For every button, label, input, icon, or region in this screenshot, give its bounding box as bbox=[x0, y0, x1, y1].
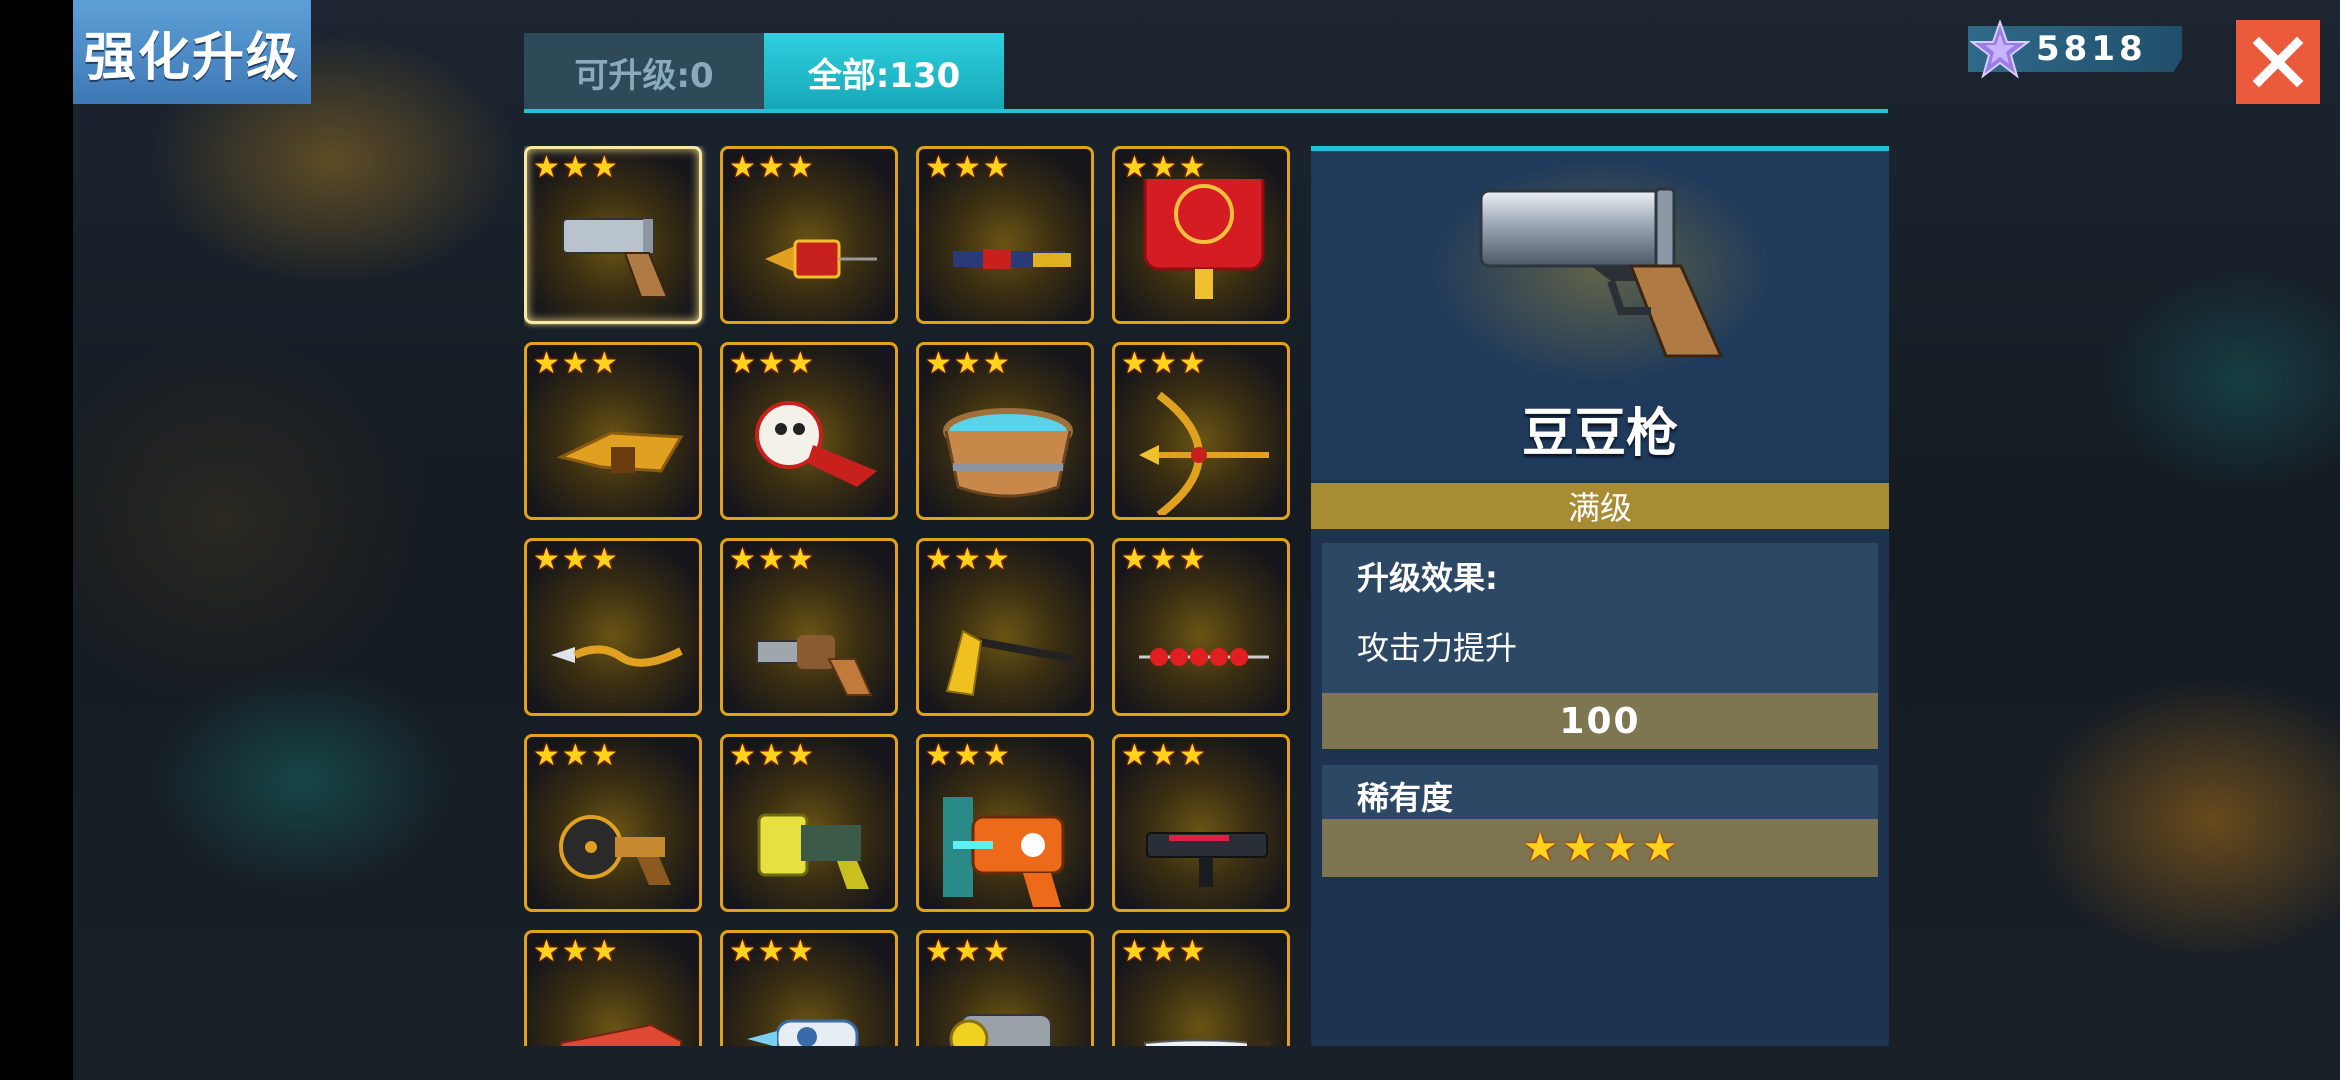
star-icon: ★ bbox=[1602, 825, 1638, 871]
weapon-slot[interactable]: ★ ★ ★ bbox=[720, 538, 898, 716]
weapon-slot[interactable]: ★ ★ ★ bbox=[720, 342, 898, 520]
disc-blaster-icon bbox=[559, 815, 671, 885]
tab-upgradable[interactable]: 可升级:0 bbox=[524, 33, 764, 111]
page-title: 强化升级 bbox=[73, 0, 311, 104]
close-icon bbox=[2252, 36, 2304, 88]
weapon-slot[interactable]: ★ ★ ★ bbox=[916, 146, 1094, 324]
firecracker-rifle-icon bbox=[953, 249, 1071, 269]
purple-star-gem-icon bbox=[1970, 20, 2030, 79]
detail-panel: 豆豆枪 满级 升级效果: 攻击力提升 100 稀有度 ★ ★ ★ ★ bbox=[1311, 146, 1889, 1046]
battery-blaster-icon bbox=[757, 813, 869, 889]
golden-axe-icon bbox=[945, 629, 1074, 697]
weapon-slot[interactable]: ★ ★ ★ bbox=[524, 146, 702, 324]
dark-smg-icon bbox=[1146, 832, 1268, 887]
weapon-slot[interactable]: ★ ★ ★ bbox=[916, 930, 1094, 1046]
star-icon: ★ bbox=[1522, 825, 1559, 871]
weapon-slot[interactable]: ★ ★ ★ bbox=[720, 146, 898, 324]
close-button[interactable] bbox=[2236, 20, 2320, 104]
pea-pistol-icon bbox=[562, 218, 669, 298]
tab-underline bbox=[524, 109, 1888, 113]
weapon-slot[interactable]: ★ ★ ★ bbox=[524, 930, 702, 1046]
tab-bar: 可升级:0 全部:130 bbox=[524, 33, 1888, 115]
weapon-slot[interactable]: ★ ★ ★ bbox=[916, 734, 1094, 912]
rarity-label: 稀有度 bbox=[1357, 779, 1454, 817]
weapon-slot[interactable]: ★ ★ ★ bbox=[916, 538, 1094, 716]
star-icon: ★ bbox=[1641, 825, 1678, 871]
ice-blaster-icon bbox=[747, 1019, 859, 1046]
star-icon: ★ bbox=[1562, 825, 1598, 871]
wooden-bathtub-icon bbox=[943, 408, 1073, 498]
weapon-slot[interactable]: ★ ★ ★ bbox=[1112, 342, 1290, 520]
weapon-slot[interactable]: ★ ★ ★ bbox=[524, 538, 702, 716]
knife-icon bbox=[1144, 1039, 1271, 1046]
red-lantern-icon bbox=[1143, 179, 1265, 299]
weapon-slot[interactable]: ★ ★ ★ bbox=[1112, 146, 1290, 324]
weapon-slot[interactable]: ★ ★ ★ bbox=[524, 734, 702, 912]
red-brick-icon bbox=[560, 1023, 682, 1046]
item-grid: ★ ★ ★ ★ ★ ★ ★ ★ ★ ★ ★ ★ ★ ★ ★ ★ ★ ★ ★ ★ ★ ★ ★ ★ ★ ★ ★ ★ ★ ★ ★ ★ ★ ★ ★ ★ ★ ★ ★ ★… bbox=[524, 146, 1294, 1046]
golden-crossbow-icon bbox=[1139, 391, 1269, 515]
upgrade-effect-box: 升级效果: 攻击力提升 bbox=[1322, 543, 1878, 693]
candied-haws-skewer-icon bbox=[1139, 648, 1269, 666]
golden-spear-icon bbox=[551, 645, 683, 667]
upgrade-effect-label: 升级效果: bbox=[1357, 559, 1498, 597]
rarity-stars: ★ ★ ★ ★ bbox=[1322, 819, 1878, 877]
lion-dance-launcher-icon bbox=[755, 401, 877, 487]
rarity-box: 稀有度 bbox=[1322, 765, 1878, 819]
detail-hero: 豆豆枪 bbox=[1311, 151, 1889, 480]
tab-all[interactable]: 全部:130 bbox=[764, 33, 1004, 111]
weapon-slot[interactable]: ★ ★ ★ bbox=[720, 734, 898, 912]
pea-pistol-icon bbox=[1479, 187, 1724, 358]
upgrade-effect-value: 100 bbox=[1322, 693, 1878, 749]
revolver-icon bbox=[756, 635, 873, 696]
currency-value: 5818 bbox=[2036, 29, 2147, 69]
weapon-name: 豆豆枪 bbox=[1521, 404, 1678, 464]
golden-dragon-gun-icon bbox=[556, 431, 684, 473]
yellow-cannon-icon bbox=[949, 1014, 1052, 1046]
orange-ray-gun-icon bbox=[943, 797, 1065, 907]
weapon-slot[interactable]: ★ ★ ★ bbox=[1112, 538, 1290, 716]
weapon-slot[interactable]: ★ ★ ★ bbox=[1112, 734, 1290, 912]
weapon-slot[interactable]: ★ ★ ★ bbox=[524, 342, 702, 520]
level-status: 满级 bbox=[1311, 483, 1889, 529]
firecracker-rocket-icon bbox=[765, 239, 877, 279]
weapon-slot[interactable]: ★ ★ ★ bbox=[916, 342, 1094, 520]
weapon-slot[interactable]: ★ ★ ★ bbox=[1112, 930, 1290, 1046]
upgrade-effect-text: 攻击力提升 bbox=[1357, 629, 1518, 667]
weapon-slot[interactable]: ★ ★ ★ bbox=[720, 930, 898, 1046]
